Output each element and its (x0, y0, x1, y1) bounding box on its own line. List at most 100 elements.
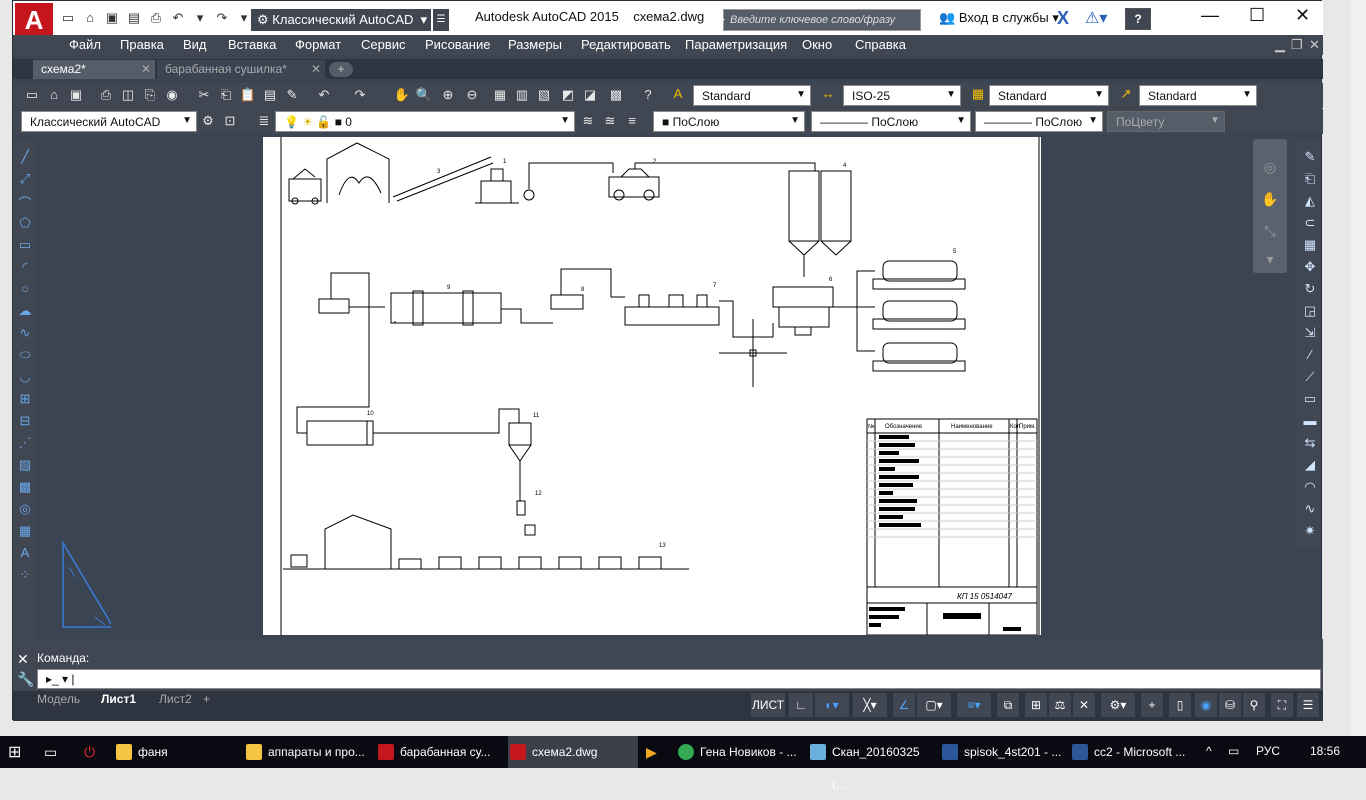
taskbar-item-fanya[interactable]: фаня (114, 736, 242, 768)
layer-properties-icon[interactable]: ≣ (255, 112, 273, 130)
help-icon[interactable]: ? (639, 86, 657, 104)
signin-button[interactable]: 👥 Вход в службы ▾ (939, 10, 1059, 26)
tab-schema2[interactable]: схема2* ✕ (33, 60, 155, 79)
color-select[interactable]: ■ ПоСлою ▼ (653, 111, 805, 132)
copy-icon[interactable]: ⎗ (217, 86, 235, 104)
lock-ui-icon[interactable]: ▯ (1169, 693, 1191, 717)
taskbar-item-apparatus[interactable]: аппараты и про... (244, 736, 372, 768)
point-icon[interactable]: ⋰ (16, 435, 34, 453)
clock[interactable]: 18:56 (1310, 744, 1340, 758)
workspace-gear-icon[interactable]: ⚙▾ (1101, 693, 1135, 717)
properties-icon[interactable]: ▦ (491, 86, 509, 104)
fillet-icon[interactable]: ◠ (1301, 479, 1319, 497)
explode-icon[interactable]: ✷ (1301, 523, 1319, 541)
circle-icon[interactable]: ○ (16, 281, 34, 299)
paste-special-icon[interactable]: ▤ (261, 86, 279, 104)
menu-help[interactable]: Справка (855, 37, 906, 52)
break-point-icon[interactable]: ▭ (1301, 391, 1319, 409)
arc-icon[interactable]: ◜ (16, 259, 34, 277)
menu-icon[interactable]: ☰ (1297, 693, 1319, 717)
new-icon[interactable]: ▭ (59, 9, 77, 27)
customize-qat-button[interactable]: ☰ (433, 9, 449, 31)
undo-dropdown-icon[interactable]: ▾ (191, 9, 209, 27)
linetype-select[interactable]: ———— ПоСлою ▼ (811, 111, 971, 132)
region-icon[interactable]: ◎ (16, 501, 34, 519)
viewport-icon[interactable]: ⊞ (1025, 693, 1047, 717)
task-view-icon[interactable]: ▭ (44, 744, 57, 761)
erase-icon[interactable]: ✎ (1301, 149, 1319, 167)
print-icon[interactable]: ⎙ (147, 9, 165, 27)
workspace-switcher[interactable]: ⚙ Классический AutoCAD ▾ (251, 9, 431, 31)
array-icon[interactable]: ▦ (1301, 237, 1319, 255)
save-icon[interactable]: ▣ (67, 86, 85, 104)
chevron-down-icon[interactable]: ▾ (1261, 251, 1279, 269)
text-style-select[interactable]: Standard ▼ (693, 85, 811, 106)
zoom-window-icon[interactable]: ⊕ (439, 86, 457, 104)
annotation-icon[interactable]: ≡▾ (957, 693, 991, 717)
transparency-icon[interactable]: ▢▾ (917, 693, 951, 717)
layout-tab-model[interactable]: Модель (31, 691, 86, 709)
cut-icon[interactable]: ✂ (195, 86, 213, 104)
publish-icon[interactable]: ⎘ (141, 86, 159, 104)
scale-icon[interactable]: ◲ (1301, 303, 1319, 321)
menu-edit[interactable]: Правка (120, 37, 164, 52)
language-indicator[interactable]: РУС (1256, 744, 1280, 758)
menu-view[interactable]: Вид (183, 37, 207, 52)
media-player-icon[interactable]: ▶ (646, 744, 657, 761)
steering-wheel-icon[interactable]: ◎ (1261, 159, 1279, 177)
taskbar-item-chrome[interactable]: Гена Новиков - ... (676, 736, 804, 768)
saveas-icon[interactable]: ▤ (125, 9, 143, 27)
markup-icon[interactable]: ◪ (581, 86, 599, 104)
copy-icon[interactable]: ⎗ (1301, 171, 1319, 189)
break-icon[interactable]: ▬ (1301, 413, 1319, 431)
tab-dryer[interactable]: барабанная сушилка* ✕ (157, 60, 325, 79)
preview-icon[interactable]: ◫ (119, 86, 137, 104)
redo-icon[interactable]: ↷ (213, 9, 231, 27)
isolate-icon[interactable]: ◉ (1195, 693, 1217, 717)
hardware-accel-icon[interactable]: ⛁ (1219, 693, 1241, 717)
make-block-icon[interactable]: ⊟ (16, 413, 34, 431)
undo-icon[interactable]: ↶ (315, 86, 333, 104)
tray-chevron-icon[interactable]: ^ (1206, 744, 1212, 758)
taskbar-item-spisok[interactable]: spisok_4st201 - ... (940, 736, 1068, 768)
close-icon[interactable]: ✕ (141, 62, 151, 76)
network-icon[interactable]: ▭ (1228, 744, 1239, 758)
open-icon[interactable]: ⌂ (81, 9, 99, 27)
calculator-icon[interactable]: ▩ (607, 86, 625, 104)
offset-icon[interactable]: ⊂ (1301, 215, 1319, 233)
new-tab-button[interactable]: + (329, 62, 353, 77)
close-icon[interactable]: ✕ (311, 62, 321, 76)
redo-icon[interactable]: ↷ (351, 86, 369, 104)
menu-dimension[interactable]: Размеры (508, 37, 562, 52)
rectangle-icon[interactable]: ▭ (16, 237, 34, 255)
close-button[interactable]: ✕ (1295, 5, 1310, 26)
mdi-restore-icon[interactable]: ❐ (1291, 37, 1303, 53)
polar-icon[interactable]: ◐▾ (815, 693, 849, 717)
layout-tab-sheet2[interactable]: Лист2 (153, 691, 198, 709)
layer-state-icon[interactable]: ≡ (623, 112, 641, 130)
annotation-scale-icon[interactable]: ⚖ (1049, 693, 1071, 717)
qnew-icon[interactable]: ▭ (23, 86, 41, 104)
layer-previous-icon[interactable]: ≊ (601, 112, 619, 130)
a360-icon[interactable]: ⚠▾ (1085, 8, 1107, 28)
blend-icon[interactable]: ∿ (1301, 501, 1319, 519)
designcenter-icon[interactable]: ▥ (513, 86, 531, 104)
close-icon[interactable]: ✕ (17, 651, 29, 668)
exchange-icon[interactable]: X (1057, 8, 1069, 29)
zoom-realtime-icon[interactable]: 🔍 (415, 86, 433, 104)
menu-insert[interactable]: Вставка (228, 37, 276, 52)
clean-screen-icon[interactable]: ⛶ (1271, 693, 1293, 717)
add-selected-icon[interactable]: ⁘ (16, 567, 34, 585)
search-input[interactable]: ▶ Введите ключевое слово/фразу (718, 9, 921, 31)
zoom-extents-icon[interactable]: ⤡ (1261, 223, 1279, 241)
plot-icon[interactable]: ⎙ (97, 86, 115, 104)
workspace-settings-icon[interactable]: ⚙ (199, 112, 217, 130)
table-icon[interactable]: ▦ (16, 523, 34, 541)
menu-modify[interactable]: Редактировать (581, 37, 671, 52)
lineweight-icon[interactable]: ∠ (893, 693, 915, 717)
menu-parametric[interactable]: Параметризация (685, 37, 787, 52)
layout-tab-sheet1[interactable]: Лист1 (95, 691, 142, 709)
rotate-icon[interactable]: ↻ (1301, 281, 1319, 299)
add-layout-icon[interactable]: + (203, 692, 210, 706)
table-style-select[interactable]: Standard ▼ (989, 85, 1109, 106)
